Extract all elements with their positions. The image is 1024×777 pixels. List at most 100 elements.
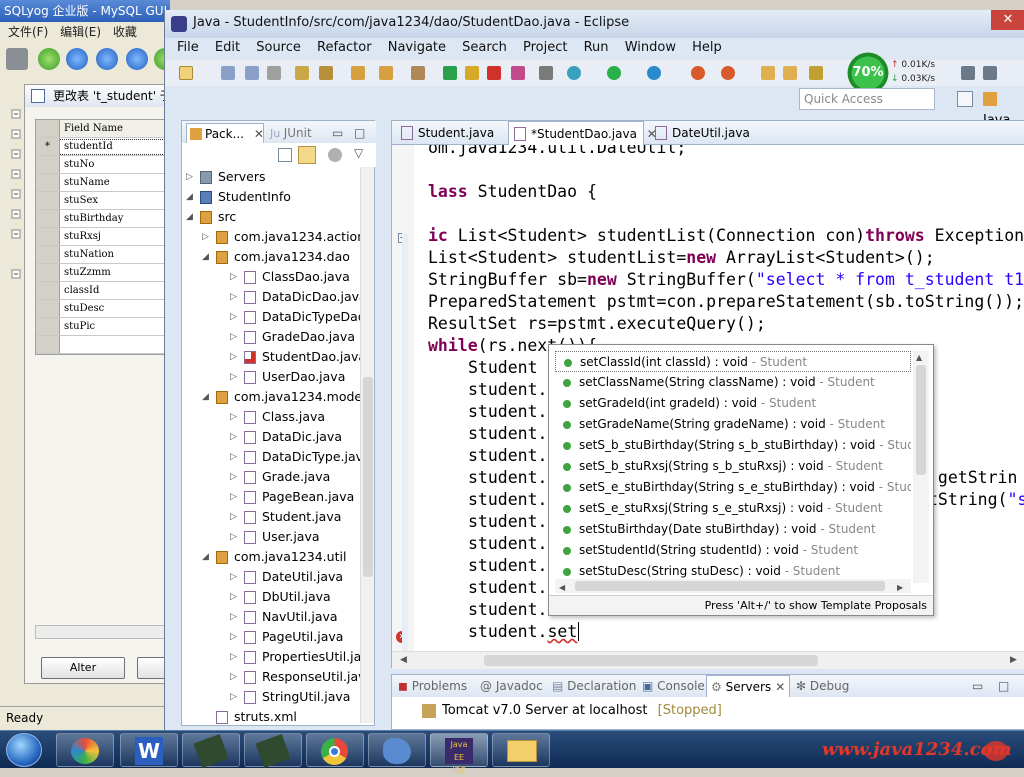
close-tab-icon[interactable]: ✕ — [254, 127, 264, 141]
tab-junit[interactable]: Ju JUnit — [270, 123, 312, 143]
open-file-icon[interactable] — [783, 66, 797, 80]
sqlyog-menu-favorites[interactable]: 收藏 — [113, 25, 137, 39]
db-connect-icon[interactable] — [6, 48, 28, 70]
undo-icon[interactable] — [379, 66, 393, 80]
execute-all-icon[interactable] — [96, 48, 118, 70]
collapsed-arrow-icon[interactable] — [202, 713, 210, 721]
tree-item[interactable]: ▷ GradeDao.java — [182, 327, 360, 347]
focus-icon[interactable] — [328, 148, 342, 162]
pen-icon[interactable] — [809, 66, 823, 80]
minimize-view-icon[interactable]: ▭ — [332, 123, 343, 143]
collapsed-arrow-icon[interactable]: ▷ — [230, 653, 238, 662]
grid-row[interactable]: stuDesc — [36, 300, 170, 318]
expanded-arrow-icon[interactable]: ◢ — [202, 253, 210, 262]
tree-item[interactable]: struts.xml — [182, 707, 360, 727]
open-folder-icon[interactable] — [761, 66, 775, 80]
java-perspective-button[interactable]: Java — [983, 88, 1024, 128]
menu-source[interactable]: Source — [256, 40, 301, 55]
save-icon[interactable] — [221, 66, 235, 80]
expanded-arrow-icon[interactable]: ◢ — [202, 393, 210, 402]
proposal-item[interactable]: setS_b_stuRxsj(String s_b_stuRxsj) : voi… — [555, 456, 911, 477]
tab-student-java[interactable]: Student.java — [396, 121, 504, 145]
tree-item[interactable]: ▷ Servers — [182, 167, 360, 187]
tree-item[interactable]: ▷ DataDicTypeDao.java — [182, 307, 360, 327]
tab-declaration[interactable]: ▤ Declaration — [552, 675, 636, 697]
menu-help[interactable]: Help — [692, 40, 722, 55]
scrollbar-thumb[interactable] — [484, 655, 818, 666]
sqlyog-menu-edit[interactable]: 编辑(E) — [60, 25, 101, 39]
proposal-item[interactable]: setStuBirthday(Date stuBirthday) : void … — [555, 519, 911, 540]
scroll-right-icon[interactable]: ▶ — [897, 581, 903, 595]
collapsed-arrow-icon[interactable]: ▷ — [230, 573, 238, 582]
grid-row[interactable]: * studentId — [36, 138, 170, 156]
proposal-horizontal-scrollbar[interactable]: ◀ ▶ — [555, 579, 911, 593]
collapsed-arrow-icon[interactable]: ▷ — [230, 513, 238, 522]
menu-file[interactable]: File — [177, 40, 199, 55]
taskbar-app-mysql[interactable] — [368, 733, 426, 767]
tree-item[interactable]: ◢ StudentInfo — [182, 187, 360, 207]
start-button[interactable] — [6, 733, 42, 767]
scrollbar-thumb[interactable] — [363, 377, 373, 577]
taskbar-app-explorer[interactable] — [492, 733, 550, 767]
tree-item[interactable]: ▷ PageBean.java — [182, 487, 360, 507]
scrollbar-thumb[interactable] — [575, 581, 885, 591]
new-server-icon[interactable] — [691, 66, 705, 80]
keyboard-icon[interactable] — [961, 66, 975, 80]
scroll-left-icon[interactable]: ◀ — [559, 581, 565, 595]
tree-item[interactable]: ▷ DataDicType.java — [182, 447, 360, 467]
tree-item[interactable]: ▷ Class.java — [182, 407, 360, 427]
taskbar-app-chrome[interactable] — [306, 733, 364, 767]
proposal-vertical-scrollbar[interactable]: ▲ — [913, 351, 929, 583]
execute-query-icon[interactable] — [66, 48, 88, 70]
collapsed-arrow-icon[interactable]: ▷ — [230, 633, 238, 642]
collapsed-arrow-icon[interactable]: ▷ — [230, 613, 238, 622]
menu-run[interactable]: Run — [584, 40, 609, 55]
tree-item[interactable]: ▷ StudentDao.java — [182, 347, 360, 367]
tree-item[interactable]: ▷ Grade.java — [182, 467, 360, 487]
menu-refactor[interactable]: Refactor — [317, 40, 372, 55]
disconnect-icon[interactable] — [511, 66, 525, 80]
tree-item[interactable]: ▷ Student.java — [182, 507, 360, 527]
tree-item[interactable]: ▷ ResponseUtil.java — [182, 667, 360, 687]
tab-package-explorer[interactable]: Pack... ✕ — [186, 123, 264, 143]
collapsed-arrow-icon[interactable]: ▷ — [230, 493, 238, 502]
grid-row[interactable]: stuRxsj — [36, 228, 170, 246]
alter-button[interactable]: Alter — [41, 657, 125, 679]
menu-navigate[interactable]: Navigate — [388, 40, 446, 55]
taskbar-app-eclipse[interactable]: Java EE IDE — [430, 733, 488, 775]
grid-row[interactable]: stuNation — [36, 246, 170, 264]
run-external-icon[interactable] — [647, 66, 661, 80]
minimize-view-icon[interactable]: ▭ — [972, 675, 983, 697]
tree-item[interactable]: ◢ com.java1234.model — [182, 387, 360, 407]
debug-icon[interactable] — [567, 66, 581, 80]
resume-icon[interactable] — [443, 66, 457, 80]
collapsed-arrow-icon[interactable]: ▷ — [230, 293, 238, 302]
collapsed-arrow-icon[interactable]: ▷ — [186, 173, 194, 182]
scroll-right-icon[interactable]: ▶ — [1010, 655, 1017, 665]
tab-servers[interactable]: ⚙ Servers ✕ — [706, 675, 791, 697]
quick-access-input[interactable]: Quick Access — [799, 88, 935, 110]
collapsed-arrow-icon[interactable]: ▷ — [230, 593, 238, 602]
collapsed-arrow-icon[interactable]: ▷ — [202, 233, 210, 242]
run-icon[interactable] — [607, 66, 621, 80]
maximize-view-icon[interactable]: □ — [354, 123, 365, 143]
collapsed-arrow-icon[interactable]: ▷ — [230, 433, 238, 442]
tree-item[interactable]: ▷ DataDic.java — [182, 427, 360, 447]
tree-item[interactable]: ◢ com.java1234.util — [182, 547, 360, 567]
tree-item[interactable]: ▷ DbUtil.java — [182, 587, 360, 607]
tree-item[interactable]: ▷ User.java — [182, 527, 360, 547]
grid-row[interactable] — [36, 336, 170, 354]
taskbar-app-sqlyog[interactable] — [182, 733, 240, 769]
proposal-item[interactable]: setClassId(int classId) : void - Student — [555, 351, 911, 372]
terminate-icon[interactable] — [487, 66, 501, 80]
collapsed-arrow-icon[interactable]: ▷ — [230, 313, 238, 322]
taskbar-app-wps[interactable]: W — [120, 733, 178, 767]
build-icon[interactable] — [295, 66, 309, 80]
scroll-left-icon[interactable]: ◀ — [400, 655, 407, 665]
expanded-arrow-icon[interactable]: ◢ — [186, 193, 194, 202]
proposal-item[interactable]: setStudentId(String studentId) : void - … — [555, 540, 911, 561]
skip-breakpoints-icon[interactable] — [539, 66, 553, 80]
proposal-item[interactable]: setS_e_stuRxsj(String s_e_stuRxsj) : voi… — [555, 498, 911, 519]
tree-item[interactable]: ▷ UserDao.java — [182, 367, 360, 387]
taskbar-app-navicat[interactable] — [244, 733, 302, 769]
